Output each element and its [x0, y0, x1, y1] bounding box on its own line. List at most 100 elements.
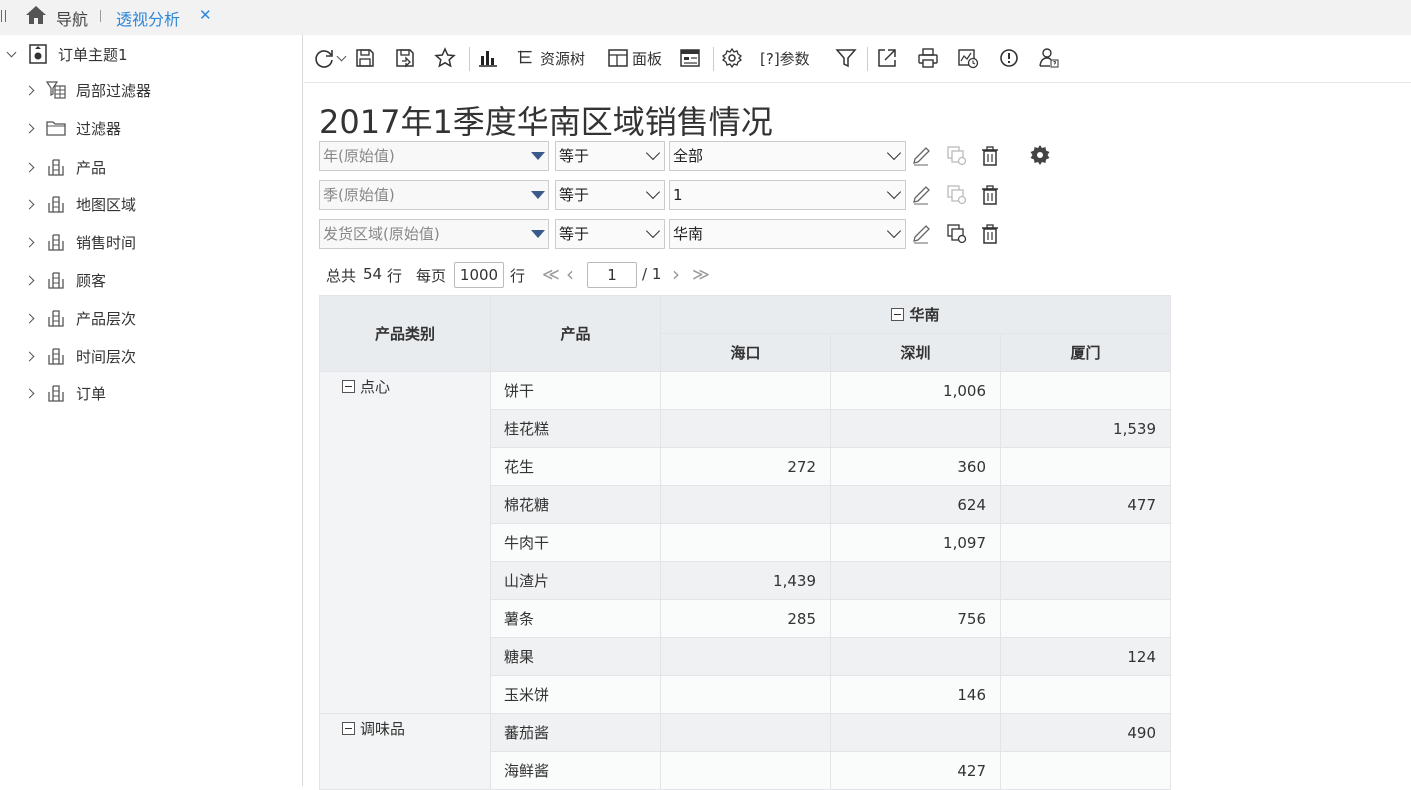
edit-pencil-icon[interactable] [910, 223, 932, 245]
resource-tree-button[interactable]: 资源树 [517, 45, 585, 71]
product-cell[interactable]: 饼干 [490, 371, 661, 410]
product-cell[interactable]: 牛肉干 [490, 523, 661, 562]
value-cell[interactable] [830, 637, 1001, 676]
next-page-button[interactable]: › [672, 262, 680, 286]
last-page-button[interactable]: ≫ [692, 265, 710, 285]
settings-button[interactable] [721, 45, 743, 71]
product-cell[interactable]: 玉米饼 [490, 675, 661, 714]
value-cell[interactable] [830, 409, 1001, 448]
filter-value-select[interactable]: 1 [669, 180, 906, 210]
chevron-right-icon[interactable] [26, 312, 38, 324]
per-page-input[interactable]: 1000 [454, 262, 504, 288]
value-cell[interactable] [660, 751, 831, 790]
value-cell[interactable]: 272 [660, 447, 831, 486]
value-cell[interactable]: 1,097 [830, 523, 1001, 562]
home-icon[interactable] [25, 4, 47, 26]
chevron-right-icon[interactable] [26, 198, 38, 210]
parameters-button[interactable]: [?]参数 [760, 45, 810, 71]
gear-icon[interactable] [1029, 144, 1051, 166]
chevron-right-icon[interactable] [26, 122, 38, 134]
product-cell[interactable]: 蕃茄酱 [490, 713, 661, 752]
value-cell[interactable] [1000, 675, 1171, 714]
tree-item-sales-time[interactable]: 销售时间 [26, 230, 136, 254]
value-cell[interactable]: 285 [660, 599, 831, 638]
filter-operator-select[interactable]: 等于 [555, 219, 665, 249]
header-region[interactable]: 华南 [660, 295, 1171, 334]
product-cell[interactable]: 山渣片 [490, 561, 661, 600]
value-cell[interactable]: 1,439 [660, 561, 831, 600]
edit-pencil-icon[interactable] [910, 184, 932, 206]
value-cell[interactable] [660, 675, 831, 714]
header-category[interactable]: 产品类别 [319, 295, 491, 372]
chevron-right-icon[interactable] [26, 236, 38, 248]
refresh-button[interactable] [313, 45, 346, 71]
value-cell[interactable] [660, 409, 831, 448]
product-cell[interactable]: 棉花糖 [490, 485, 661, 524]
collapse-icon[interactable] [891, 308, 905, 321]
product-cell[interactable]: 海鲜酱 [490, 751, 661, 790]
tab-pivot-analysis[interactable]: 透视分析 [116, 6, 180, 30]
filter-button[interactable] [835, 45, 857, 71]
header-product[interactable]: 产品 [490, 295, 661, 372]
product-cell[interactable]: 花生 [490, 447, 661, 486]
print-button[interactable] [917, 45, 939, 71]
value-cell[interactable]: 490 [1000, 713, 1171, 752]
product-cell[interactable]: 桂花糕 [490, 409, 661, 448]
first-page-button[interactable]: ≪ [542, 265, 560, 285]
category-cell[interactable]: 调味品 [319, 713, 491, 790]
value-cell[interactable]: 124 [1000, 637, 1171, 676]
tree-item-product-hierarchy[interactable]: 产品层次 [26, 306, 136, 330]
favorite-button[interactable] [434, 45, 456, 71]
tree-root-node[interactable]: 订单主题1 [6, 43, 128, 65]
value-cell[interactable] [1000, 561, 1171, 600]
value-cell[interactable] [830, 713, 1001, 752]
user-help-button[interactable] [1038, 45, 1060, 71]
value-cell[interactable] [1000, 371, 1171, 410]
nav-tab[interactable]: 导航 [56, 6, 88, 30]
chart-button[interactable] [477, 45, 499, 71]
header-city[interactable]: 深圳 [830, 333, 1001, 372]
layout-button[interactable] [679, 45, 701, 71]
tree-item-order[interactable]: 订单 [26, 381, 106, 405]
edit-pencil-icon[interactable] [910, 145, 932, 167]
filter-value-select[interactable]: 华南 [669, 219, 906, 249]
tree-item-time-hierarchy[interactable]: 时间层次 [26, 344, 136, 368]
chevron-down-icon[interactable] [6, 48, 18, 60]
trash-icon[interactable] [979, 223, 1001, 245]
chevron-right-icon[interactable] [26, 274, 38, 286]
chevron-right-icon[interactable] [26, 161, 38, 173]
category-cell[interactable]: 点心 [319, 371, 491, 714]
info-button[interactable] [998, 45, 1020, 71]
tree-item-map-region[interactable]: 地图区域 [26, 192, 136, 216]
value-cell[interactable] [1000, 447, 1171, 486]
chevron-right-icon[interactable] [26, 84, 38, 96]
value-cell[interactable] [660, 485, 831, 524]
tree-item-product[interactable]: 产品 [26, 155, 106, 179]
filter-field-select[interactable]: 季(原始值) [319, 180, 549, 210]
value-cell[interactable] [1000, 751, 1171, 790]
filter-field-select[interactable]: 年(原始值) [319, 141, 549, 171]
value-cell[interactable]: 477 [1000, 485, 1171, 524]
product-cell[interactable]: 糖果 [490, 637, 661, 676]
tree-item-filter[interactable]: 过滤器 [26, 116, 121, 140]
value-cell[interactable] [830, 561, 1001, 600]
save-button[interactable] [354, 45, 376, 71]
tree-item-local-filter[interactable]: 局部过滤器 [26, 78, 151, 102]
chevron-right-icon[interactable] [26, 387, 38, 399]
filter-operator-select[interactable]: 等于 [555, 141, 665, 171]
product-cell[interactable]: 薯条 [490, 599, 661, 638]
value-cell[interactable] [660, 713, 831, 752]
value-cell[interactable] [1000, 599, 1171, 638]
collapse-icon[interactable] [342, 380, 355, 393]
tree-item-customer[interactable]: 顾客 [26, 268, 106, 292]
value-cell[interactable] [660, 523, 831, 562]
header-city[interactable]: 海口 [660, 333, 831, 372]
value-cell[interactable]: 146 [830, 675, 1001, 714]
filter-operator-select[interactable]: 等于 [555, 180, 665, 210]
panel-button[interactable]: 面板 [607, 45, 662, 71]
filter-field-select[interactable]: 发货区域(原始值) [319, 219, 549, 249]
filter-value-select[interactable]: 全部 [669, 141, 906, 171]
trash-icon[interactable] [979, 184, 1001, 206]
chevron-right-icon[interactable] [26, 350, 38, 362]
value-cell[interactable]: 427 [830, 751, 1001, 790]
